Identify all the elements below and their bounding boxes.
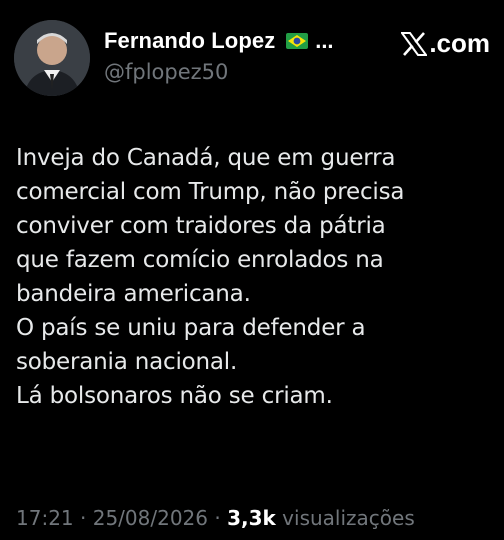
tweet-header: Fernando Lopez ... @fplopez50 .com: [14, 16, 490, 98]
meta-separator: ·: [214, 506, 221, 530]
brazil-flag-icon: [285, 33, 308, 49]
author-info: Fernando Lopez ... @fplopez50: [104, 28, 334, 84]
tweet-time[interactable]: 17:21: [16, 506, 74, 530]
tweet-date[interactable]: 25/08/2026: [93, 506, 208, 530]
display-name[interactable]: Fernando Lopez: [104, 28, 275, 54]
brand-label: .com: [429, 28, 490, 58]
avatar-portrait-icon: [14, 20, 90, 96]
user-handle[interactable]: @fplopez50: [104, 60, 334, 84]
meta-separator: ·: [80, 506, 87, 530]
views-label: visualizações: [282, 506, 415, 530]
name-truncation: ...: [315, 28, 334, 53]
x-brand: .com: [401, 28, 490, 59]
tweet-meta: 17:21 · 25/08/2026 · 3,3k visualizações: [16, 506, 415, 530]
views-count: 3,3k: [227, 506, 276, 530]
tweet-text: Inveja do Canadá, que em guerra comercia…: [16, 145, 405, 409]
avatar[interactable]: [14, 20, 90, 96]
x-logo-icon: [401, 31, 428, 56]
